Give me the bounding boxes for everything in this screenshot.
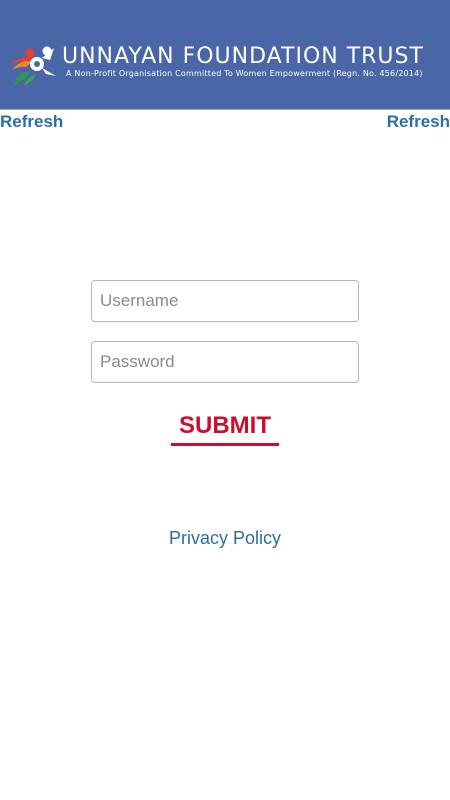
app-header: UNNAYAN FOUNDATION TRUST A Non-Profit Or…: [0, 0, 450, 110]
refresh-link-right[interactable]: Refresh: [387, 112, 450, 132]
submit-button[interactable]: SUBMIT: [171, 408, 279, 446]
brand-title: UNNAYAN FOUNDATION TRUST: [62, 44, 424, 69]
brand-subtitle: A Non-Profit Organisation Committed To W…: [66, 69, 423, 78]
password-input[interactable]: [91, 341, 359, 383]
unnayan-foundation-logo-icon: [10, 46, 56, 86]
username-input[interactable]: [91, 280, 359, 322]
refresh-link-left[interactable]: Refresh: [0, 112, 63, 132]
refresh-bar: Refresh Refresh: [0, 110, 450, 136]
privacy-policy-link[interactable]: Privacy Policy: [0, 528, 450, 549]
